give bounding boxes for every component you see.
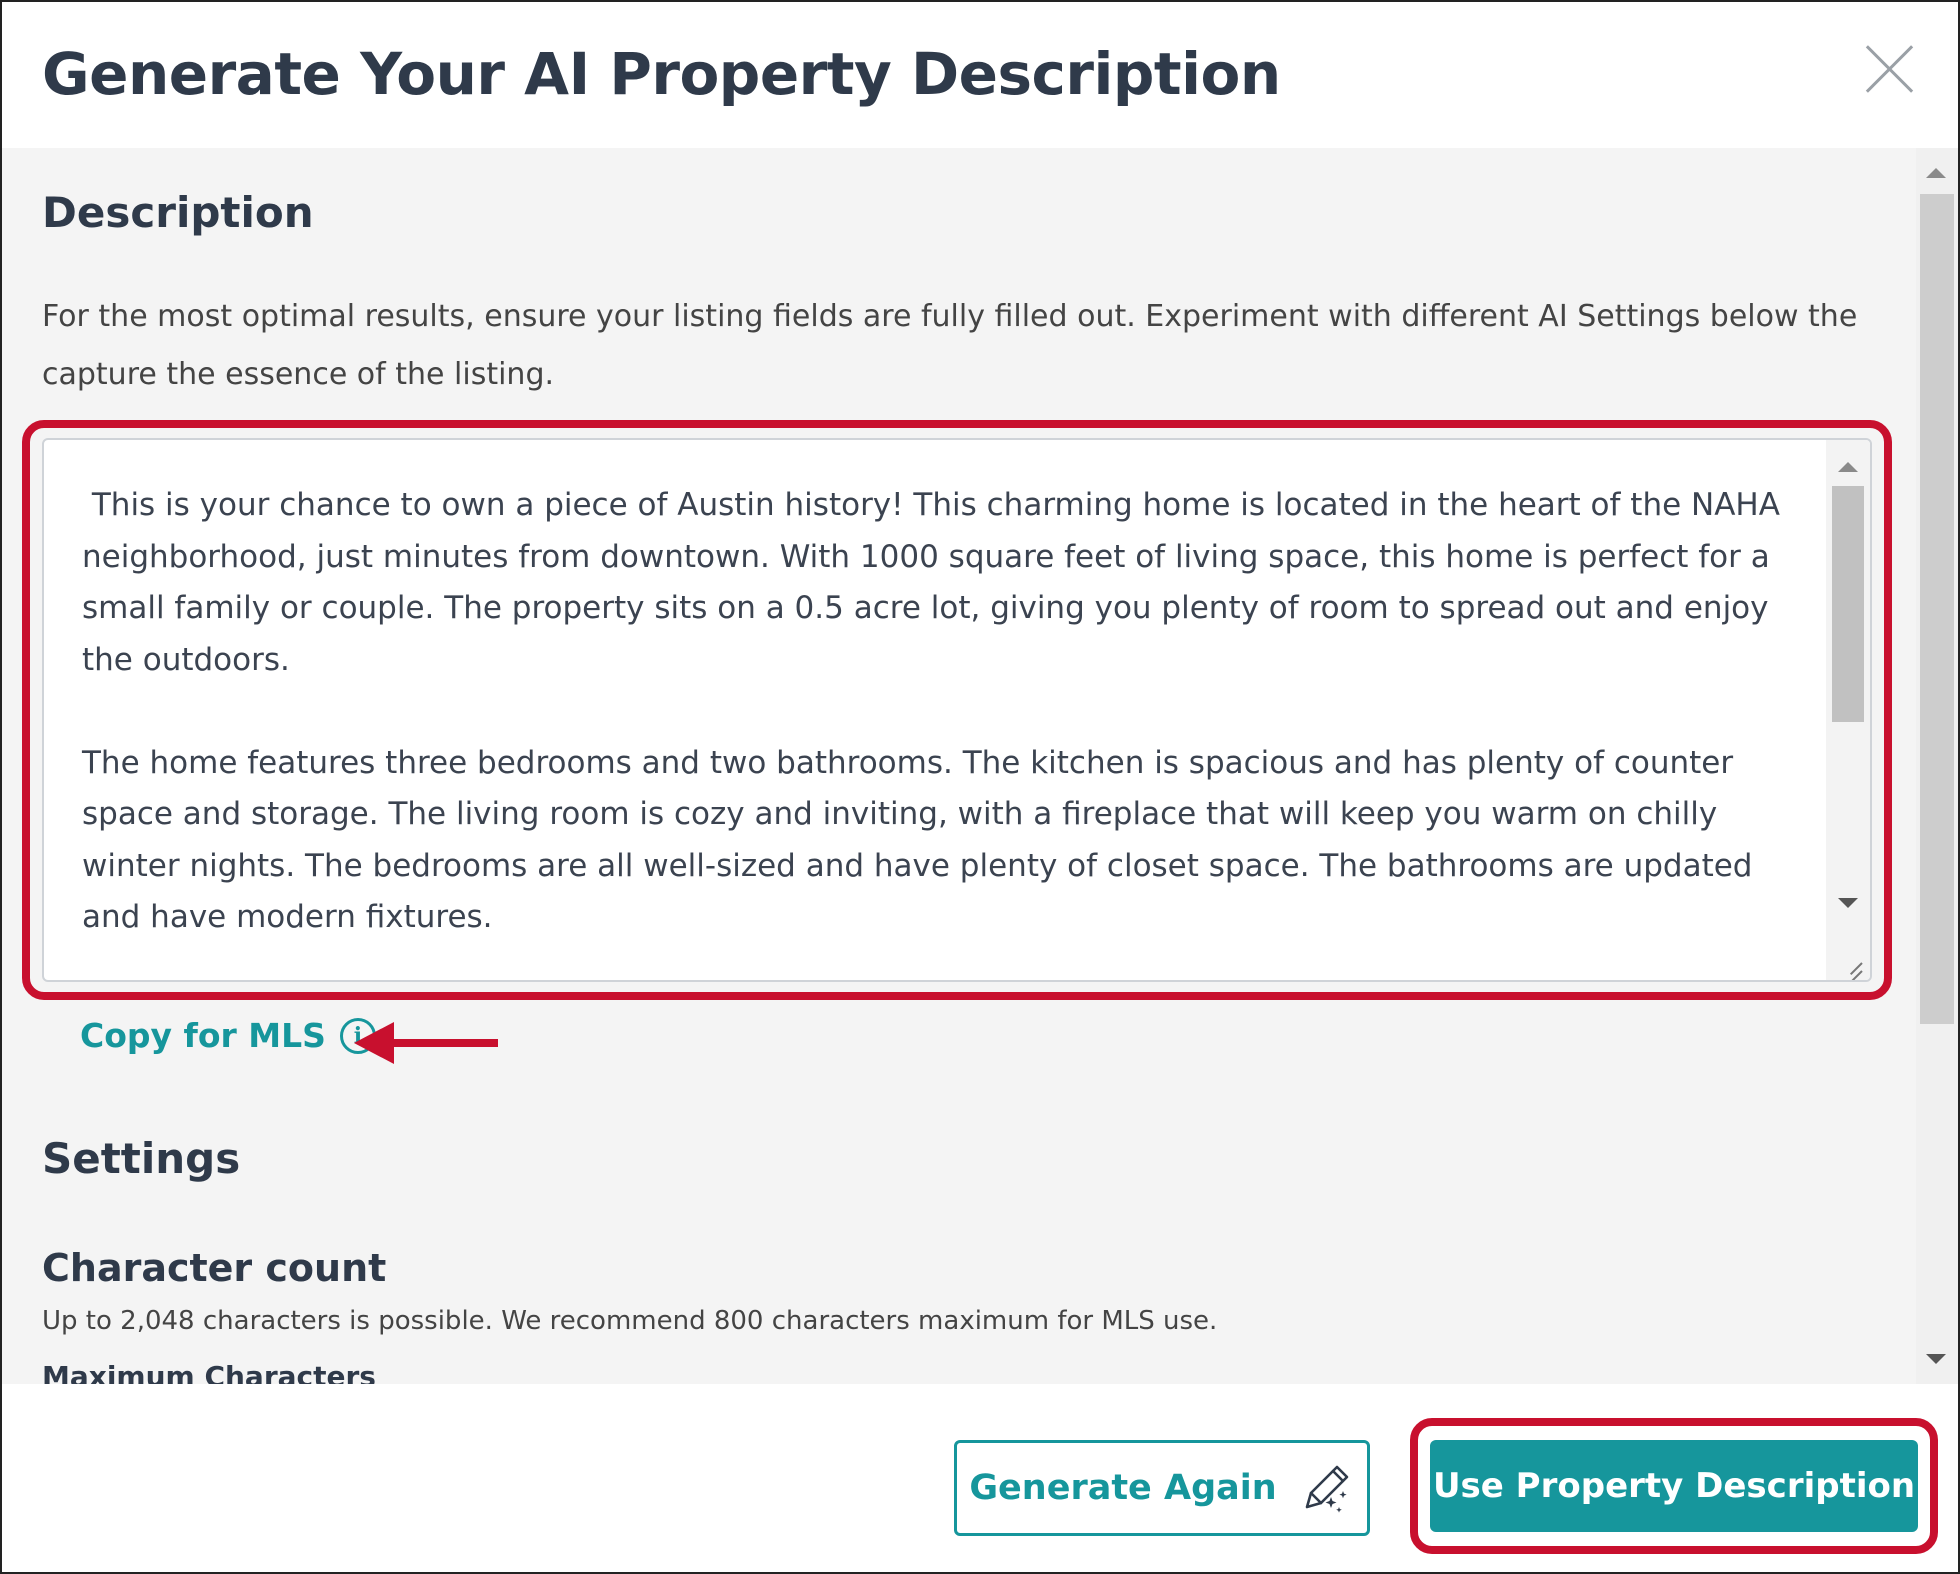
dialog-header: Generate Your AI Property Description (2, 2, 1958, 148)
character-count-help: Up to 2,048 characters is possible. We r… (42, 1306, 1218, 1336)
dialog-scrollbar[interactable] (1916, 148, 1958, 1384)
use-property-description-label: Use Property Description (1432, 1466, 1916, 1506)
arrow-left-icon (354, 1022, 498, 1064)
dialog: Generate Your AI Property Description De… (0, 0, 1960, 1574)
maximum-characters-label: Maximum Characters (42, 1360, 376, 1384)
resize-grip-icon[interactable] (1840, 950, 1864, 974)
use-property-description-button[interactable]: Use Property Description (1430, 1440, 1918, 1532)
generate-again-button[interactable]: Generate Again (954, 1440, 1370, 1536)
settings-heading: Settings (42, 1134, 241, 1183)
character-count-heading: Character count (42, 1246, 387, 1290)
scroll-thumb[interactable] (1920, 194, 1954, 1024)
copy-for-mls-label[interactable]: Copy for MLS (80, 1016, 326, 1055)
description-intro: For the most optimal results, ensure you… (42, 299, 1858, 392)
scroll-up-icon[interactable] (1838, 462, 1858, 472)
description-heading: Description (42, 188, 314, 237)
close-icon[interactable] (1864, 44, 1914, 94)
copy-for-mls-link[interactable]: Copy for MLS i (80, 1016, 376, 1055)
scroll-down-icon[interactable] (1926, 1354, 1946, 1364)
textarea-scrollbar[interactable] (1826, 440, 1870, 980)
dialog-body: Description For the most optimal results… (2, 148, 1958, 1384)
description-textarea[interactable]: This is your chance to own a piece of Au… (42, 438, 1872, 982)
dialog-footer: Generate Again Use Property Description (2, 1384, 1958, 1572)
description-text[interactable]: This is your chance to own a piece of Au… (82, 480, 1802, 944)
scroll-up-icon[interactable] (1926, 168, 1946, 178)
scroll-down-icon[interactable] (1838, 898, 1858, 908)
generate-again-label: Generate Again (969, 1468, 1277, 1508)
dialog-title: Generate Your AI Property Description (42, 40, 1281, 108)
magic-pen-icon (1305, 1465, 1348, 1513)
scroll-thumb[interactable] (1832, 486, 1864, 722)
